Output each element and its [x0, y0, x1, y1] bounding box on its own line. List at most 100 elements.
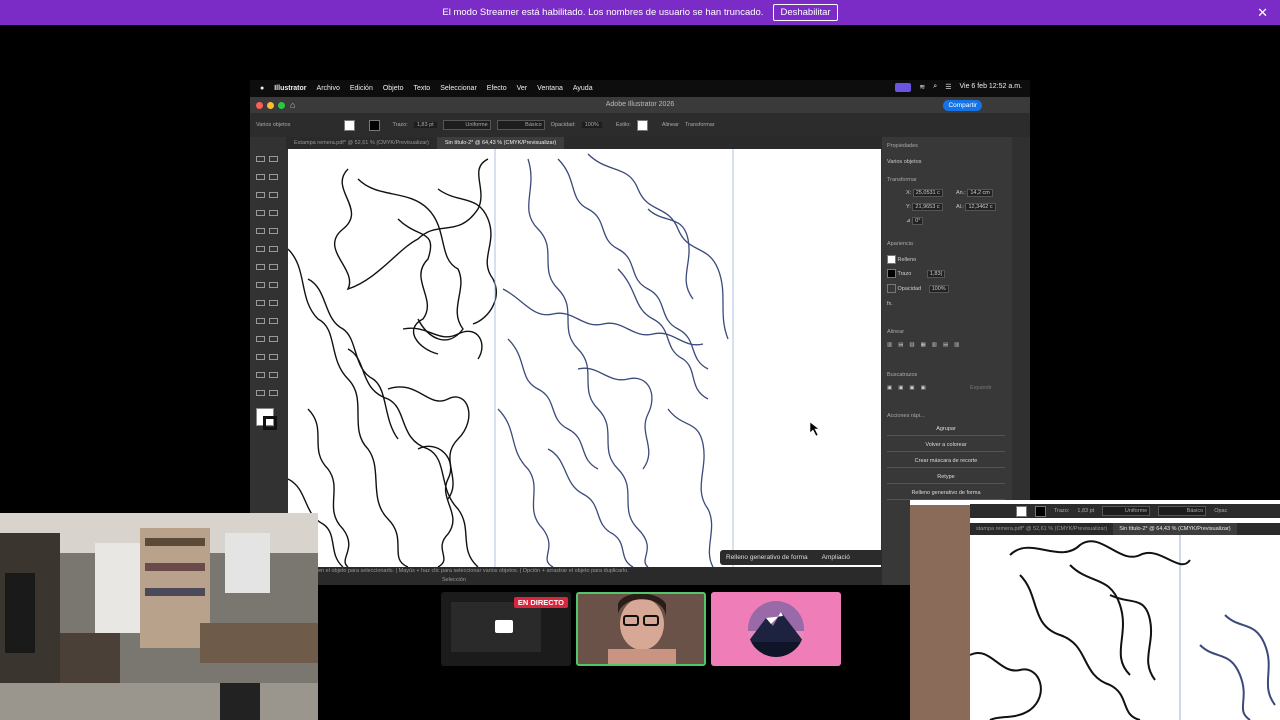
stroke-weight-field[interactable]: 1,83( [926, 269, 946, 278]
symbol-sprayer-tool-icon[interactable] [256, 354, 265, 360]
eyedropper-tool-icon[interactable] [256, 336, 265, 342]
width-input[interactable]: 14,2 cm [967, 189, 993, 197]
mesh-tool-icon[interactable] [256, 318, 265, 324]
fill-stroke-widget[interactable] [254, 408, 284, 434]
expand-button[interactable]: Ampliació [822, 554, 850, 561]
stroke-swatch-small[interactable] [887, 269, 896, 278]
hand-tool-icon[interactable] [256, 390, 265, 396]
menu-texto[interactable]: Texto [413, 85, 430, 92]
pen-tool-icon[interactable] [256, 192, 265, 198]
blend-tool-icon[interactable] [269, 336, 278, 342]
menu-app-name[interactable]: Illustrator [274, 85, 306, 92]
stroke-indicator[interactable] [263, 416, 277, 430]
line-tool-icon[interactable] [269, 210, 278, 216]
menu-archivo[interactable]: Archivo [317, 85, 340, 92]
home-icon[interactable]: ⌂ [290, 97, 295, 113]
apple-icon[interactable]: ● [260, 85, 264, 92]
align-link[interactable]: Alinear [662, 122, 679, 128]
rectangle-tool-icon[interactable] [256, 228, 265, 234]
type-tool-icon[interactable] [256, 210, 265, 216]
clipping-mask-button[interactable]: Crear máscara de recorte [887, 456, 1005, 468]
zoom-tab-sin-titulo[interactable]: Sin título-2* @ 64,43 % (CMYK/Previsuali… [1113, 523, 1237, 535]
fill-swatch-small[interactable] [887, 255, 896, 264]
menu-efecto[interactable]: Efecto [487, 85, 507, 92]
stroke-swatch[interactable] [369, 119, 381, 131]
shape-builder-tool-icon[interactable] [256, 300, 265, 306]
shaper-tool-icon[interactable] [256, 246, 265, 252]
left-artwork[interactable] [288, 158, 497, 567]
tab-estampa-remera[interactable]: Estampa remera.pdf* @ 52,61 % (CMYK/Prev… [286, 137, 437, 149]
transform-link[interactable]: Transformar [685, 122, 715, 128]
rotate-tool-icon[interactable] [256, 264, 265, 270]
menu-edicion[interactable]: Edición [350, 85, 373, 92]
perspective-tool-icon[interactable] [269, 300, 278, 306]
generative-shape-fill-button[interactable]: Relleno generativo de forma [887, 488, 1005, 500]
zoom-stroke-value[interactable]: 1,83 pt [1077, 508, 1094, 514]
y-field[interactable]: Y: 21,9653 c [906, 203, 943, 211]
artboard-tool-icon[interactable] [256, 372, 265, 378]
artboard-canvas[interactable] [288, 149, 881, 567]
graph-tool-icon[interactable] [269, 354, 278, 360]
retype-button[interactable]: Retype [887, 472, 1005, 484]
search-icon[interactable]: ⌕ [933, 83, 937, 92]
control-center-icon[interactable]: ☰ [945, 83, 951, 92]
status-mode[interactable]: Selección [442, 576, 882, 585]
magic-wand-tool-icon[interactable] [256, 174, 265, 180]
x-field[interactable]: X: 25,0531 c [906, 189, 943, 197]
menu-objeto[interactable]: Objeto [383, 85, 404, 92]
stroke-weight-input[interactable]: 1,83 pt [413, 122, 437, 128]
group-button[interactable]: Agrupar [887, 424, 1005, 436]
screen-share-icon[interactable] [895, 83, 912, 92]
slice-tool-icon[interactable] [269, 372, 278, 378]
lasso-tool-icon[interactable] [269, 174, 278, 180]
zoom-stroke-swatch[interactable] [1035, 505, 1046, 517]
fx-button[interactable]: fx. [887, 301, 893, 307]
fill-row[interactable]: Relleno [887, 255, 916, 264]
close-icon[interactable]: ✕ [1257, 5, 1268, 21]
menu-ventana[interactable]: Ventana [537, 85, 563, 92]
x-input[interactable]: 25,0531 c [912, 189, 943, 197]
stroke-profile-select[interactable]: Uniforme [442, 120, 491, 130]
gradient-tool-icon[interactable] [269, 318, 278, 324]
zoom-tool-icon[interactable] [269, 390, 278, 396]
menu-ayuda[interactable]: Ayuda [573, 85, 593, 92]
free-transform-tool-icon[interactable] [269, 282, 278, 288]
selected-artwork[interactable] [497, 153, 729, 567]
channel-logo-tile[interactable] [711, 592, 841, 666]
align-buttons[interactable]: ▥▤▥▦▥▤▥ [887, 342, 965, 348]
height-input[interactable]: 12,3462 c [965, 203, 996, 211]
brush-select[interactable]: Básico [496, 120, 545, 130]
curvature-tool-icon[interactable] [269, 192, 278, 198]
height-field[interactable]: Al.: 12,3462 c [956, 203, 996, 211]
recolor-button[interactable]: Volver a colorear [887, 440, 1005, 452]
selection-tool-icon[interactable] [256, 156, 265, 162]
screen-share-tile[interactable]: EN DIRECTO [441, 592, 571, 666]
zoom-window-button[interactable] [278, 101, 285, 109]
zoom-fill-swatch[interactable] [1016, 505, 1027, 517]
properties-title[interactable]: Propiedades [887, 143, 918, 149]
opacity-row[interactable]: Opacidad 100% [887, 284, 949, 293]
pencil-tool-icon[interactable] [269, 246, 278, 252]
angle-input[interactable]: 0° [912, 217, 924, 225]
direct-selection-tool-icon[interactable] [269, 156, 278, 162]
menu-seleccionar[interactable]: Seleccionar [440, 85, 477, 92]
facecam-tile[interactable] [576, 592, 706, 666]
disable-streamer-button[interactable]: Deshabilitar [773, 4, 838, 21]
width-tool-icon[interactable] [256, 282, 265, 288]
zoom-brush[interactable]: Básico [1158, 506, 1207, 516]
opacity-field[interactable]: 100% [928, 284, 949, 293]
width-field[interactable]: An.: 14,2 cm [956, 189, 993, 197]
minimize-window-button[interactable] [267, 101, 274, 109]
pathfinder-buttons[interactable]: ▣▣▣▣ [887, 385, 932, 391]
opacity-input[interactable]: 100% [581, 122, 602, 128]
wifi-icon[interactable]: ≋ [919, 83, 925, 92]
zoom-tab-estampa[interactable]: stampa remera.pdf* @ 52,61 % (CMYK/Previ… [970, 523, 1113, 535]
stroke-row[interactable]: Trazo 1,83( [887, 269, 946, 278]
zoom-profile[interactable]: Uniforme [1102, 506, 1151, 516]
angle-field[interactable]: ⊿ 0° [906, 217, 924, 225]
style-swatch[interactable] [636, 119, 648, 131]
share-button[interactable]: Compartir [943, 100, 982, 111]
paintbrush-tool-icon[interactable] [269, 228, 278, 234]
close-window-button[interactable] [256, 101, 263, 109]
fill-swatch[interactable] [344, 119, 356, 131]
